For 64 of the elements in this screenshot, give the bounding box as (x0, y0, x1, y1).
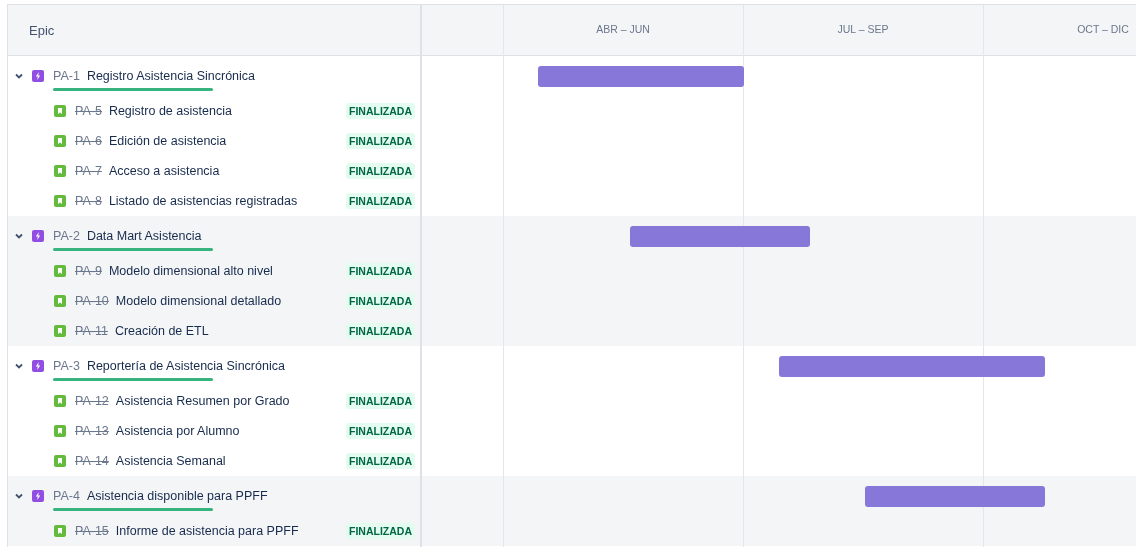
epic-key[interactable]: PA-3 (53, 359, 80, 374)
epic-title[interactable]: Asistencia disponible para PPFF (86, 489, 268, 504)
epic-key[interactable]: PA-4 (53, 489, 80, 504)
epic-title[interactable]: Reportería de Asistencia Sincrónica (86, 359, 285, 374)
quarter-label: ABR – JUN (596, 23, 650, 35)
issue-key[interactable]: PA-7 (75, 164, 102, 178)
column-header: Epic (29, 22, 55, 38)
status-lozenge: FINALIZADA (346, 263, 415, 279)
bookmark-icon (54, 395, 66, 407)
bookmark-icon (54, 195, 66, 207)
issue-key[interactable]: PA-11 (75, 324, 108, 338)
issue-title[interactable]: Registro de asistencia (108, 104, 346, 118)
bookmark-icon (54, 455, 66, 467)
chevron-icon[interactable] (14, 71, 24, 81)
issue-key[interactable]: PA-13 (75, 424, 109, 438)
issue-key[interactable]: PA-14 (75, 454, 109, 468)
epic-title[interactable]: Data Mart Asistencia (86, 229, 202, 244)
bookmark-icon (54, 425, 66, 437)
issue-key[interactable]: PA-15 (75, 524, 109, 538)
status-lozenge: FINALIZADA (346, 133, 415, 149)
status-lozenge: FINALIZADA (346, 453, 415, 469)
status-lozenge: FINALIZADA (346, 293, 415, 309)
status-lozenge: FINALIZADA (346, 193, 415, 209)
issue-key[interactable]: PA-12 (75, 394, 109, 408)
status-lozenge: FINALIZADA (346, 163, 415, 179)
issue-title[interactable]: Listado de asistencias registradas (108, 194, 346, 208)
chevron-icon[interactable] (14, 361, 24, 371)
chevron-icon[interactable] (14, 491, 24, 501)
chevron-icon[interactable] (14, 231, 24, 241)
status-lozenge: FINALIZADA (346, 423, 415, 439)
bookmark-icon (54, 165, 66, 177)
issue-key[interactable]: PA-10 (75, 294, 109, 308)
epic-title[interactable]: Registro Asistencia Sincrónica (86, 69, 255, 84)
issue-title[interactable]: Asistencia Semanal (115, 454, 346, 468)
quarter-label: JUL – SEP (837, 23, 889, 35)
epic-key[interactable]: PA-1 (53, 69, 80, 84)
issue-title[interactable]: Acceso a asistencia (108, 164, 346, 178)
issue-key[interactable]: PA-9 (75, 264, 102, 278)
lightning-icon (32, 360, 44, 372)
bookmark-icon (54, 525, 66, 537)
status-lozenge: FINALIZADA (346, 523, 415, 539)
bookmark-icon (54, 265, 66, 277)
issue-key[interactable]: PA-5 (75, 104, 102, 118)
bookmark-icon (54, 295, 66, 307)
issue-title[interactable]: Asistencia por Alumno (115, 424, 346, 438)
issue-title[interactable]: Modelo dimensional detallado (115, 294, 346, 308)
lightning-icon (32, 70, 44, 82)
issue-key[interactable]: PA-6 (75, 134, 102, 148)
epic-key[interactable]: PA-2 (53, 229, 80, 244)
issue-title[interactable]: Asistencia Resumen por Grado (115, 394, 346, 408)
status-lozenge: FINALIZADA (346, 393, 415, 409)
bookmark-icon (54, 325, 66, 337)
issue-key[interactable]: PA-8 (75, 194, 102, 208)
lightning-icon (32, 490, 44, 502)
status-lozenge: FINALIZADA (346, 103, 415, 119)
bookmark-icon (54, 135, 66, 147)
issue-title[interactable]: Modelo dimensional alto nivel (108, 264, 346, 278)
issue-title[interactable]: Edición de asistencia (108, 134, 346, 148)
issue-title[interactable]: Creación de ETL (114, 324, 346, 338)
quarter-label: OCT – DIC (1077, 23, 1129, 35)
status-lozenge: FINALIZADA (346, 323, 415, 339)
lightning-icon (32, 230, 44, 242)
issue-title[interactable]: Informe de asistencia para PPFF (115, 524, 346, 538)
bookmark-icon (54, 105, 66, 117)
